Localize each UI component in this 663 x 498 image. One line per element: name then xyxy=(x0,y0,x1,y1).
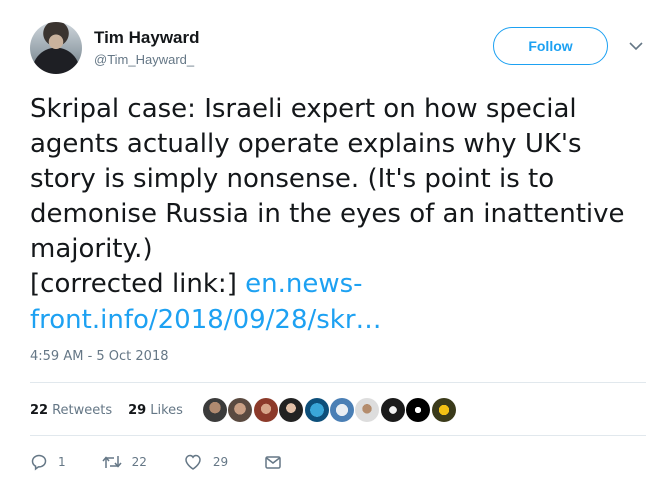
chevron-down-icon[interactable] xyxy=(628,40,644,52)
engagement-stats: 22 Retweets 29 Likes xyxy=(30,395,183,425)
retweet-button[interactable]: 22 xyxy=(102,453,147,471)
retweets-count: 22 xyxy=(30,402,49,418)
tweet-timestamp[interactable]: 4:59 AM - 5 Oct 2018 xyxy=(30,349,169,364)
heart-icon xyxy=(185,454,201,470)
divider xyxy=(30,382,646,383)
like-button[interactable]: 29 xyxy=(183,453,228,471)
likes-label: Likes xyxy=(150,402,183,418)
divider xyxy=(30,435,646,436)
reply-button[interactable]: 1 xyxy=(30,453,66,471)
retweets-stat[interactable]: 22 Retweets xyxy=(30,403,112,418)
liker-avatar[interactable] xyxy=(431,398,456,422)
author-handle[interactable]: @Tim_Hayward_ xyxy=(94,52,194,67)
liker-avatar[interactable] xyxy=(406,398,431,422)
retweet-count: 22 xyxy=(131,455,147,469)
liker-avatar[interactable] xyxy=(279,398,304,422)
like-count: 29 xyxy=(212,455,229,469)
liker-avatar[interactable] xyxy=(355,398,380,422)
avatar[interactable] xyxy=(30,22,82,74)
tweet-actions: 1 22 29 xyxy=(30,450,328,474)
author-name[interactable]: Tim Hayward xyxy=(94,28,200,48)
liker-avatar[interactable] xyxy=(203,398,227,422)
reply-icon xyxy=(31,454,47,471)
retweets-label: Retweets xyxy=(52,402,113,418)
tweet-header: Tim Hayward @Tim_Hayward_ Follow xyxy=(30,20,650,80)
envelope-icon xyxy=(265,456,281,469)
liker-avatar[interactable] xyxy=(228,398,253,422)
retweet-icon xyxy=(102,456,122,468)
liker-avatars xyxy=(203,398,457,422)
follow-button[interactable]: Follow xyxy=(493,27,608,65)
link-prefix: [corrected link:] xyxy=(30,269,237,300)
liker-avatar[interactable] xyxy=(380,398,405,422)
tweet-text: Skripal case: Israeli expert on how spec… xyxy=(30,94,625,265)
liker-avatar[interactable] xyxy=(304,398,329,422)
liker-avatar[interactable] xyxy=(329,398,354,422)
liker-avatar[interactable] xyxy=(253,398,278,422)
likes-stat[interactable]: 29 Likes xyxy=(128,403,183,418)
reply-count: 1 xyxy=(58,455,66,469)
direct-message-button[interactable] xyxy=(264,454,292,470)
likes-count: 29 xyxy=(128,402,147,418)
tweet-body: Skripal case: Israeli expert on how spec… xyxy=(30,92,650,338)
